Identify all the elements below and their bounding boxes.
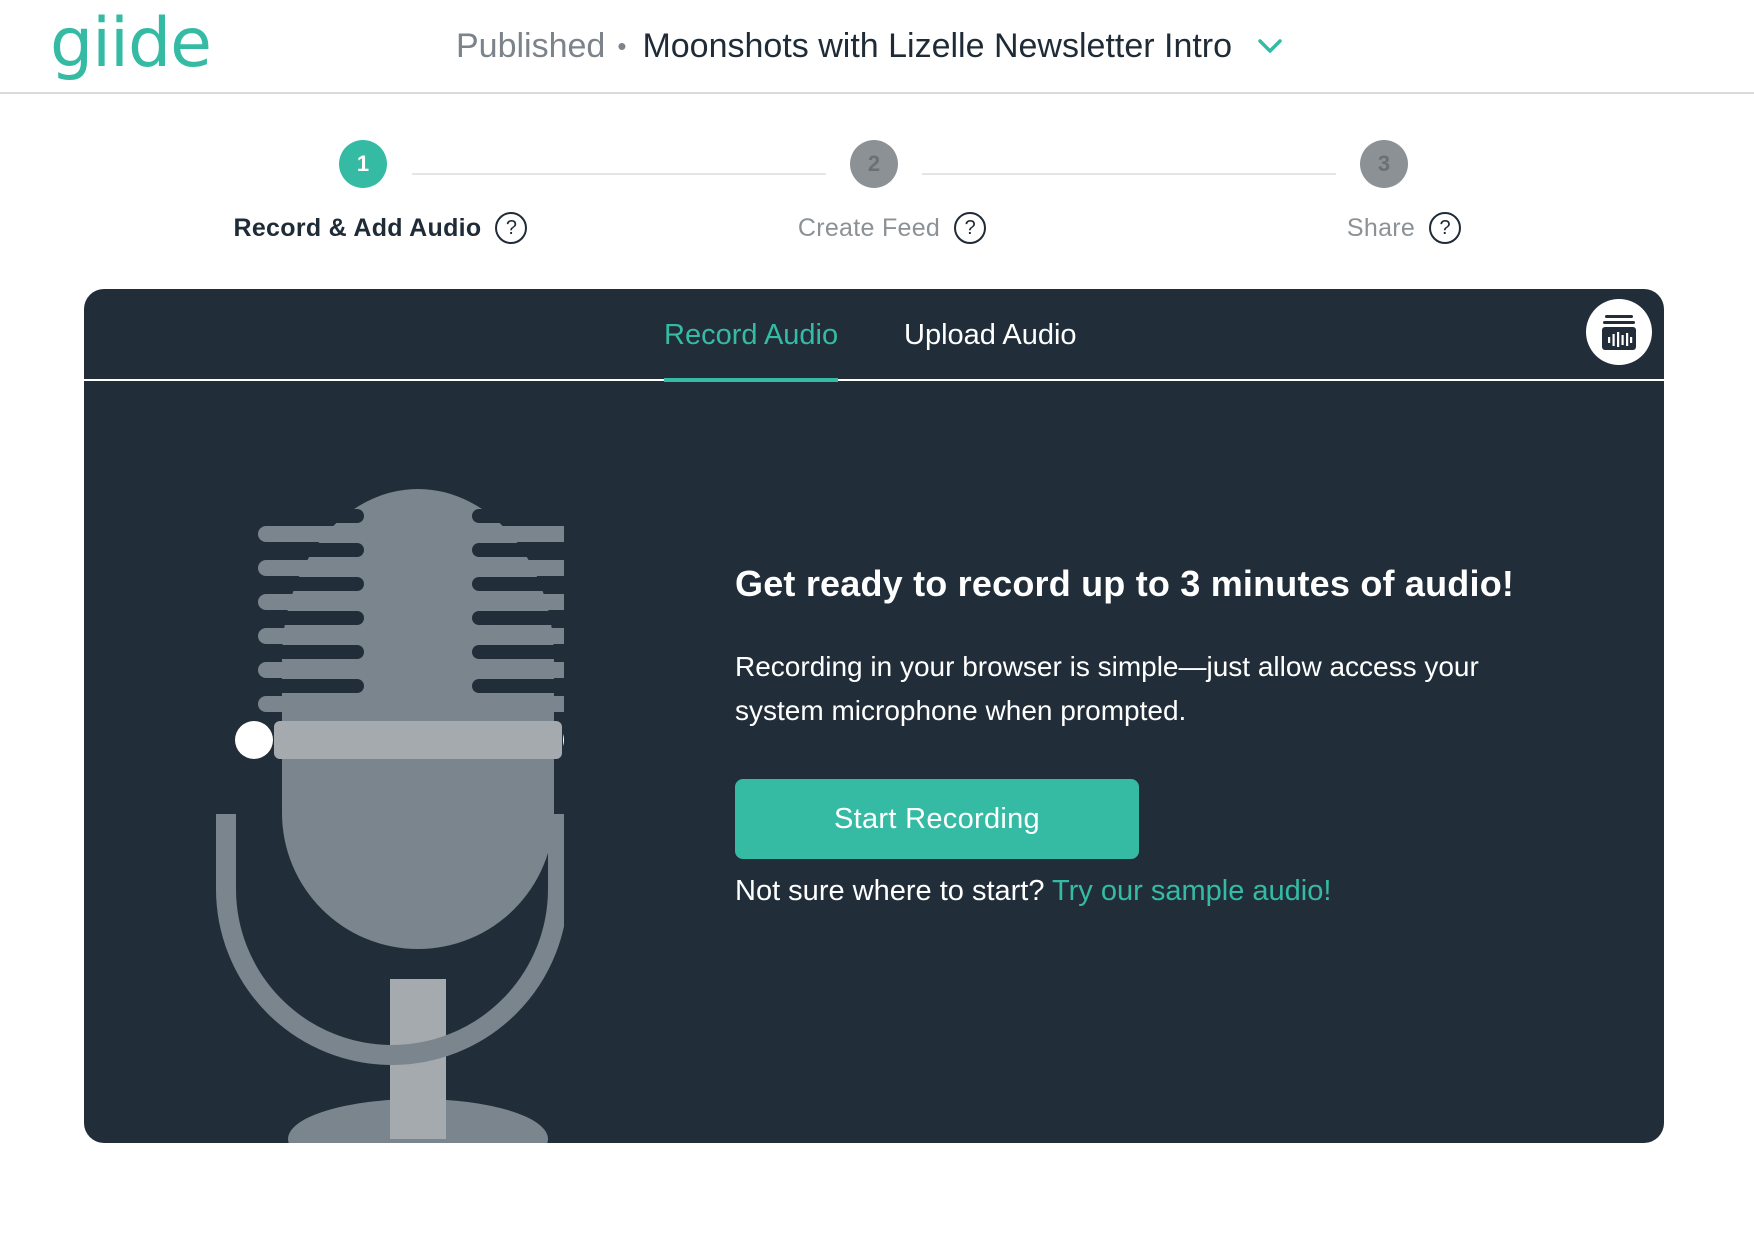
step-label-row: Record & Add Audio ?	[234, 212, 528, 244]
record-panel: Record Audio Upload Audio Get ready to r…	[84, 289, 1664, 1143]
record-intro: Get ready to record up to 3 minutes of a…	[735, 563, 1615, 908]
tab-record-audio[interactable]: Record Audio	[664, 319, 839, 382]
microphone-illustration	[216, 489, 564, 1143]
step-label: Create Feed	[797, 213, 941, 242]
step-label: Share	[1346, 213, 1416, 242]
record-headline: Get ready to record up to 3 minutes of a…	[735, 563, 1515, 604]
help-icon[interactable]: ?	[954, 212, 987, 244]
step-number-badge: 2	[850, 140, 898, 188]
giide-logo[interactable]: giide	[50, 6, 212, 82]
title-separator: •	[617, 30, 627, 61]
step-number-badge: 1	[339, 140, 387, 188]
step-record-add-audio[interactable]: 1 Record & Add Audio ?	[163, 140, 563, 244]
sample-audio-row: Not sure where to start? Try our sample …	[735, 875, 1615, 908]
audio-tab-bar: Record Audio Upload Audio	[84, 289, 1664, 382]
top-bar: giide Published • Moonshots with Lizelle…	[0, 0, 1754, 94]
start-recording-button[interactable]: Start Recording	[735, 779, 1139, 859]
publish-status: Published	[456, 26, 606, 65]
help-icon[interactable]: ?	[1429, 212, 1462, 244]
step-number-badge: 3	[1360, 140, 1408, 188]
audio-library-icon	[1602, 315, 1636, 350]
help-icon[interactable]: ?	[495, 212, 528, 244]
step-share[interactable]: 3 Share ?	[1184, 140, 1584, 244]
audio-library-button[interactable]	[1586, 299, 1652, 365]
tab-upload-audio[interactable]: Upload Audio	[904, 319, 1077, 378]
record-description: Recording in your browser is simple—just…	[735, 651, 1479, 726]
step-label-row: Create Feed ?	[797, 212, 987, 244]
progress-stepper: 1 Record & Add Audio ? 2 Create Feed ? 3…	[0, 140, 1754, 260]
chevron-down-icon[interactable]	[1256, 32, 1284, 60]
step-label-row: Share ?	[1346, 212, 1462, 244]
sample-prompt: Not sure where to start?	[735, 875, 1053, 907]
step-label: Record & Add Audio	[233, 213, 482, 242]
step-create-feed[interactable]: 2 Create Feed ?	[674, 140, 1074, 244]
document-title[interactable]: Moonshots with Lizelle Newsletter Intro	[642, 27, 1232, 66]
sample-audio-link[interactable]: Try our sample audio!	[1052, 875, 1331, 907]
document-title-row: Published • Moonshots with Lizelle Newsl…	[456, 22, 1284, 70]
